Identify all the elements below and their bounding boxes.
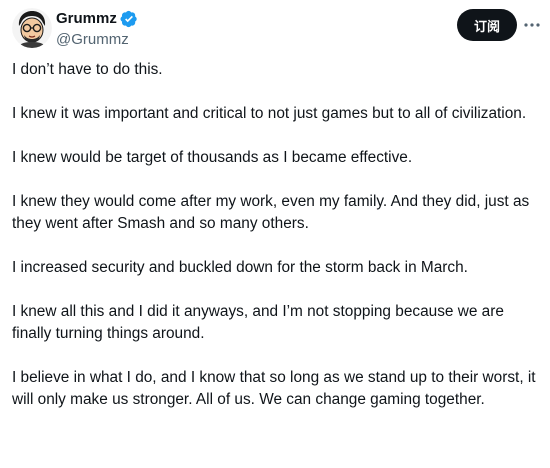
subscribe-button[interactable]: 订阅 [457, 9, 517, 41]
tweet-paragraph: I knew all this and I did it anyways, an… [12, 303, 504, 342]
verified-badge-icon [120, 10, 138, 28]
author-display-name[interactable]: Grummz [56, 9, 117, 29]
tweet-card: Grummz @Grummz 订阅 I don’t have to do thi… [0, 0, 550, 468]
tweet-paragraph: I knew would be target of thousands as I… [12, 149, 413, 166]
tweet-paragraph: I believe in what I do, and I know that … [12, 369, 536, 408]
more-horizontal-icon[interactable] [521, 14, 543, 36]
tweet-paragraph: I don’t have to do this. [12, 61, 163, 78]
avatar[interactable] [12, 8, 52, 48]
tweet-text: I don’t have to do this. I knew it was i… [12, 59, 542, 433]
tweet-paragraph: I increased security and buckled down fo… [12, 259, 468, 276]
tweet-paragraph: I knew they would come after my work, ev… [12, 193, 530, 232]
author-handle[interactable]: @Grummz [56, 30, 129, 50]
tweet-paragraph: I knew it was important and critical to … [12, 105, 527, 122]
author-name-row: Grummz [56, 9, 138, 29]
